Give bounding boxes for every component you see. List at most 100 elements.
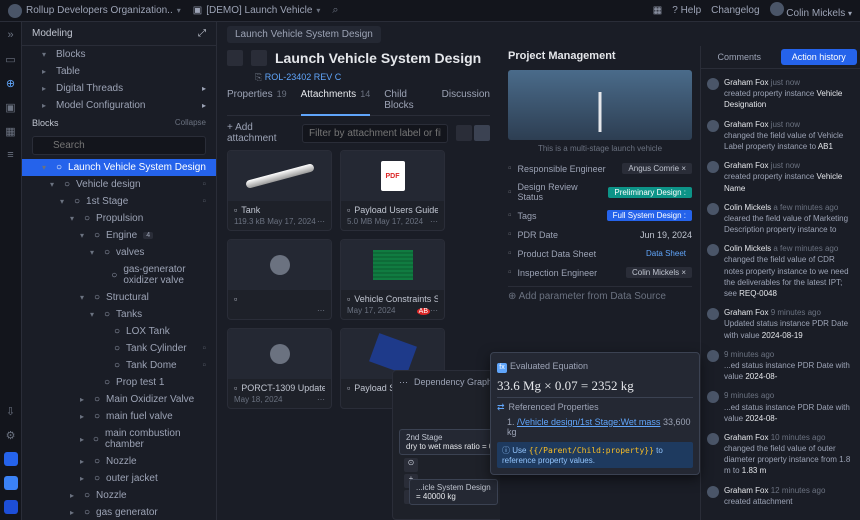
rail-collapse-icon[interactable]: »	[4, 28, 18, 42]
card-menu-icon[interactable]: ⋯	[430, 217, 438, 226]
help-link[interactable]: ? Help	[672, 5, 701, 16]
grid-view-button[interactable]	[474, 125, 490, 141]
changelog-link[interactable]: Changelog	[711, 5, 759, 16]
pm-caption: This is a multi-stage launch vehicle	[508, 144, 692, 153]
sidebar-section[interactable]: ▸Digital Threads▸	[22, 80, 216, 97]
rail-app-1[interactable]	[4, 452, 18, 466]
tree-node[interactable]: ▸○main combustion chamber	[22, 425, 216, 453]
sidebar-section[interactable]: ▸Table	[22, 63, 216, 80]
tree-node[interactable]: ○LOX Tank	[22, 323, 216, 340]
tab-discussion[interactable]: Discussion	[442, 89, 490, 111]
attachment-card[interactable]: ▫ ⋯	[227, 239, 332, 320]
attachment-card[interactable]: ▫PORCT-1309 Update this inv... May 18, 2…	[227, 328, 332, 409]
tree-node[interactable]: ▾○Tanks	[22, 306, 216, 323]
sidebar-search-input[interactable]	[32, 136, 206, 155]
tree-node[interactable]: ○gas-generator oxidizer valve	[22, 261, 216, 289]
ref-link[interactable]: ROL-23402 REV C	[265, 72, 342, 82]
activity-item: 9 minutes ago...ed status instance PDR D…	[707, 345, 854, 387]
card-menu-icon[interactable]: ⋯	[430, 306, 438, 315]
tab-comments[interactable]: Comments	[701, 46, 778, 68]
list-view-button[interactable]	[456, 125, 472, 141]
attachment-card[interactable]: ▫Vehicle Constraints Spreadsheet May 17,…	[340, 239, 445, 320]
block-type-icon	[251, 50, 267, 66]
ref-link[interactable]: /Vehicle design/1st Stage:Wet mass	[517, 417, 660, 427]
tree-node[interactable]: ○Prop test 1	[22, 374, 216, 391]
user-menu[interactable]: Colin Mickels ▾	[770, 2, 852, 19]
tree-node[interactable]: ▾○1st Stage▫	[22, 193, 216, 210]
rail-docs-icon[interactable]: ≡	[4, 148, 18, 162]
rail-add-icon[interactable]: ⊕	[4, 76, 18, 90]
activity-item: Graham Fox 12 minutes agocreated attachm…	[707, 481, 854, 511]
breadcrumb[interactable]: Launch Vehicle System Design	[227, 26, 381, 43]
attachment-card[interactable]: ▫Tank119.3 kB May 17, 2024⋯	[227, 150, 332, 231]
pm-row: ▫Inspection EngineerColin Mickels ×	[508, 263, 692, 282]
pm-chip[interactable]: Data Sheet	[640, 248, 692, 259]
card-menu-icon[interactable]: ⋯	[317, 217, 325, 226]
sidebar-expand-icon[interactable]: ⤢	[198, 28, 206, 39]
tab-attachments[interactable]: Attachments14	[301, 89, 371, 116]
rail-home-icon[interactable]: ▭	[4, 52, 18, 66]
pm-chip[interactable]: Full System Design :	[607, 210, 692, 221]
tree-node[interactable]: ▾○valves	[22, 244, 216, 261]
pm-chip[interactable]: Preliminary Design :	[608, 187, 692, 198]
activity-item: Graham Fox just nowchanged the field val…	[707, 115, 854, 157]
tree-node[interactable]: ▾○Propulsion	[22, 210, 216, 227]
attachment-card[interactable]: PDF▫Payload Users Guide5.0 MB May 17, 20…	[340, 150, 445, 231]
popup-info: ⓘ Use {{/Parent/Child:property}} to refe…	[497, 442, 693, 468]
close-icon[interactable]: ⋯	[399, 377, 408, 388]
graph-node[interactable]: 2nd Stagedry to wet mass ratio = 0.16	[399, 429, 500, 455]
activity-item: Graham Fox 10 minutes agochanged the fie…	[707, 428, 854, 481]
tree-node[interactable]: ▸○Main Oxidizer Valve	[22, 391, 216, 408]
tree-node[interactable]: ○Tank Dome▫	[22, 357, 216, 374]
tab-child blocks[interactable]: Child Blocks	[384, 89, 427, 111]
zoom-target-icon[interactable]: ⊙	[404, 458, 418, 472]
pm-title: Project Management	[508, 46, 692, 66]
tree-node[interactable]: ▾○Engine4	[22, 227, 216, 244]
rail-app-2[interactable]	[4, 476, 18, 490]
rail-grid-icon[interactable]: ▦	[4, 124, 18, 138]
popup-heading: Evaluated Equation	[510, 361, 588, 371]
tree-node[interactable]: ▾○Vehicle design▫	[22, 176, 216, 193]
tree-node[interactable]: ▾○Structural	[22, 289, 216, 306]
rail-cube-icon[interactable]: ▣	[4, 100, 18, 114]
filter-input[interactable]	[302, 124, 448, 143]
card-menu-icon[interactable]: ⋯	[317, 395, 325, 404]
rail-app-3[interactable]	[4, 500, 18, 514]
grid-icon[interactable]: ▦	[653, 5, 662, 16]
activity-item: Colin Mickels a few minutes agochanged t…	[707, 239, 854, 303]
sidebar-section[interactable]: ▸Model Configuration▸	[22, 97, 216, 114]
activity-item: Graham Fox just nowcreated property inst…	[707, 73, 854, 115]
collapse-button[interactable]: Collapse	[175, 118, 206, 128]
add-param-button[interactable]: ⊕ Add parameter from Data Source	[508, 291, 666, 302]
tree-node[interactable]: ▾○Launch Vehicle System Design	[22, 159, 216, 176]
sidebar-heading: Modeling	[32, 28, 73, 39]
graph-node[interactable]: ...icle System Design= 40000 kg	[409, 479, 498, 505]
pm-chip[interactable]: Colin Mickels ×	[626, 267, 692, 278]
org-selector[interactable]: Rollup Developers Organization..▾	[8, 4, 181, 18]
tab-action-history[interactable]: Action history	[781, 49, 858, 65]
card-menu-icon[interactable]: ⋯	[317, 306, 325, 315]
sidebar-section[interactable]: ▾Blocks	[22, 46, 216, 63]
add-attachment-button[interactable]: + Add attachment	[227, 122, 294, 144]
rail-settings-icon[interactable]: ⚙	[4, 428, 18, 442]
block-icon	[227, 50, 243, 66]
pm-chip[interactable]: Angus Comrie ×	[622, 163, 692, 174]
rail-download-icon[interactable]: ⇩	[4, 404, 18, 418]
tree-node[interactable]: ▸○gas generator	[22, 504, 216, 520]
fx-icon: fx	[497, 363, 507, 373]
tree-node[interactable]: ○Tank Cylinder▫	[22, 340, 216, 357]
pm-row: ▫Design Review StatusPreliminary Design …	[508, 178, 692, 206]
activity-item: 9 minutes ago...ed status instance PDR D…	[707, 386, 854, 428]
activity-item: Colin Mickels a few minutes agocleared t…	[707, 198, 854, 240]
project-selector[interactable]: ▣ [DEMO] Launch Vehicle▾	[193, 5, 321, 16]
ref-heading: Referenced Properties	[509, 402, 599, 412]
search-icon[interactable]: ⌕	[332, 4, 338, 17]
tree-node[interactable]: ▸○outer jacket	[22, 470, 216, 487]
tab-properties[interactable]: Properties19	[227, 89, 287, 111]
tree-node[interactable]: ▸○Nozzle	[22, 487, 216, 504]
tree-node[interactable]: ▸○main fuel valve	[22, 408, 216, 425]
pm-row: ▫PDR DateJun 19, 2024	[508, 225, 692, 244]
pm-hero-image	[508, 70, 692, 140]
pm-row: ▫TagsFull System Design :	[508, 206, 692, 225]
tree-node[interactable]: ▸○Nozzle	[22, 453, 216, 470]
